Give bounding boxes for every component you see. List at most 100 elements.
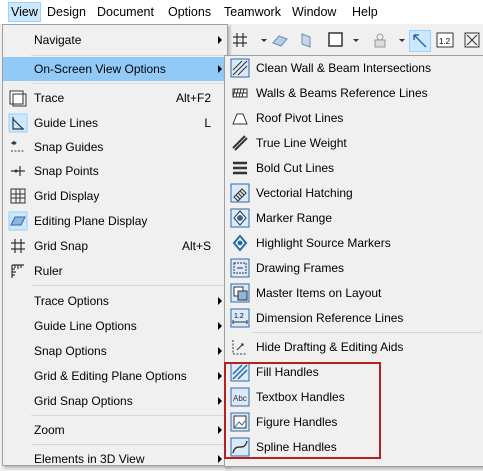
menu-item-snap-guides[interactable]: Snap Guides [3, 135, 227, 159]
menu-item-label: Zoom [34, 423, 65, 437]
separator [31, 285, 225, 286]
toolbar: 1.2 [222, 24, 483, 56]
menu-item-label: Guide Line Options [34, 319, 137, 333]
dropdown-arrow-icon[interactable] [346, 30, 359, 50]
menu-item-snap-points[interactable]: Snap Points [3, 159, 227, 183]
submenu-item-vectorial-hatching[interactable]: Vectorial Hatching [225, 181, 483, 205]
menu-item-guide-lines[interactable]: Guide Lines L [3, 111, 227, 135]
submenu-item-drawing-frames[interactable]: Drawing Frames [225, 256, 483, 280]
menu-options[interactable]: Options [166, 3, 213, 21]
menu-item-ruler[interactable]: Ruler [3, 259, 227, 283]
wall-icon[interactable] [296, 30, 316, 50]
master-items-icon [230, 283, 250, 303]
dropdown-arrow-icon[interactable] [392, 30, 405, 50]
submenu-arrow-icon [218, 297, 222, 305]
line-weight-icon [230, 133, 250, 153]
dropdown-arrow-icon[interactable] [254, 30, 267, 50]
grid-snap-toolbar-icon[interactable] [230, 30, 250, 50]
menu-item-label: Dimension Reference Lines [256, 311, 404, 325]
menu-design[interactable]: Design [45, 3, 88, 21]
shortcut-label: Alt+F2 [175, 91, 211, 105]
annotation-highlight-box [224, 362, 381, 459]
menu-item-label: Snap Options [34, 344, 107, 358]
menu-item-guide-line-options[interactable]: Guide Line Options [3, 314, 227, 338]
marker-range-icon [230, 208, 250, 228]
menu-item-grid-display[interactable]: Grid Display [3, 184, 227, 208]
menu-help[interactable]: Help [350, 3, 380, 21]
menu-item-grid-snap-options[interactable]: Grid Snap Options [3, 389, 227, 413]
menu-item-label: Snap Points [34, 164, 99, 178]
submenu-item-dimension-reference-lines[interactable]: 1.2 Dimension Reference Lines [225, 306, 483, 330]
submenu-arrow-icon [218, 65, 222, 73]
menu-item-label: Grid Snap [34, 239, 89, 253]
submenu-arrow-icon [218, 455, 222, 463]
submenu-item-reference-lines[interactable]: Walls & Beams Reference Lines [225, 81, 483, 105]
submenu-item-clean-intersections[interactable]: Clean Wall & Beam Intersections [225, 56, 483, 80]
menu-item-elements-3d-view[interactable]: Elements in 3D View [3, 447, 227, 471]
menu-item-label: Master Items on Layout [256, 286, 382, 300]
hatching-icon [230, 183, 250, 203]
grid-snap-icon [8, 236, 28, 256]
svg-text:1.2: 1.2 [439, 37, 451, 46]
submenu-arrow-icon [218, 426, 222, 434]
ruler-icon [8, 261, 28, 281]
submenu-arrow-icon [218, 322, 222, 330]
lock-icon[interactable] [370, 30, 390, 50]
menu-item-label: Marker Range [256, 211, 333, 225]
menu-teamwork[interactable]: Teamwork [222, 3, 283, 21]
drafting-aids-icon[interactable] [409, 30, 431, 52]
menu-item-editing-plane-display[interactable]: Editing Plane Display [3, 209, 227, 233]
cross-icon[interactable] [462, 30, 482, 50]
menu-item-trace-options[interactable]: Trace Options [3, 289, 227, 313]
menu-item-trace[interactable]: Trace Alt+F2 [3, 86, 227, 110]
frame-icon[interactable] [326, 30, 346, 50]
dimension-toolbar-icon[interactable]: 1.2 [435, 30, 455, 50]
menu-item-snap-options[interactable]: Snap Options [3, 339, 227, 363]
menu-item-label: Grid Display [34, 189, 100, 203]
shortcut-label: L [204, 116, 211, 130]
menu-bar: View Design Document Options Teamwork Wi… [0, 0, 483, 25]
view-menu: Navigate On-Screen View Options Trace Al… [2, 24, 228, 466]
roof-pivot-icon [230, 108, 250, 128]
submenu-item-highlight-source-markers[interactable]: Highlight Source Markers [225, 231, 483, 255]
separator [31, 55, 225, 56]
menu-item-label: Guide Lines [34, 116, 99, 130]
editing-plane-icon [8, 211, 28, 231]
menu-item-label: True Line Weight [256, 136, 347, 150]
separator [31, 444, 225, 445]
submenu-item-hide-drafting-aids[interactable]: Hide Drafting & Editing Aids [225, 335, 483, 359]
menu-window[interactable]: Window [290, 3, 338, 21]
menu-item-grid-editing-plane-options[interactable]: Grid & Editing Plane Options [3, 364, 227, 388]
clean-intersections-icon [230, 58, 250, 78]
menu-item-navigate[interactable]: Navigate [3, 28, 227, 52]
menu-item-label: Roof Pivot Lines [256, 111, 344, 125]
submenu-item-master-items[interactable]: Master Items on Layout [225, 281, 483, 305]
submenu-item-roof-pivot-lines[interactable]: Roof Pivot Lines [225, 106, 483, 130]
source-markers-icon [230, 233, 250, 253]
menu-item-label: Clean Wall & Beam Intersections [256, 61, 431, 75]
hide-aids-icon [230, 337, 250, 357]
submenu-arrow-icon [218, 347, 222, 355]
menu-item-label: On-Screen View Options [34, 62, 166, 76]
submenu-item-bold-cut-lines[interactable]: Bold Cut Lines [225, 156, 483, 180]
separator [31, 83, 225, 84]
menu-item-label: Grid & Editing Plane Options [34, 369, 187, 383]
trace-icon [8, 88, 28, 108]
separator [31, 415, 225, 416]
menu-item-label: Grid Snap Options [34, 394, 133, 408]
menu-item-zoom[interactable]: Zoom [3, 418, 227, 442]
submenu-arrow-icon [218, 36, 222, 44]
menu-item-label: Walls & Beams Reference Lines [256, 86, 428, 100]
menu-document[interactable]: Document [95, 3, 156, 21]
menu-item-on-screen-view-options[interactable]: On-Screen View Options [3, 57, 227, 81]
plane-icon[interactable] [270, 30, 290, 50]
menu-item-grid-snap[interactable]: Grid Snap Alt+S [3, 234, 227, 258]
menu-item-label: Highlight Source Markers [256, 236, 391, 250]
submenu-item-marker-range[interactable]: Marker Range [225, 206, 483, 230]
grid-display-icon [8, 186, 28, 206]
menu-view[interactable]: View [8, 2, 41, 22]
submenu-arrow-icon [218, 372, 222, 380]
snap-points-icon [8, 161, 28, 181]
submenu-item-true-line-weight[interactable]: True Line Weight [225, 131, 483, 155]
menu-item-label: Trace [34, 91, 65, 105]
